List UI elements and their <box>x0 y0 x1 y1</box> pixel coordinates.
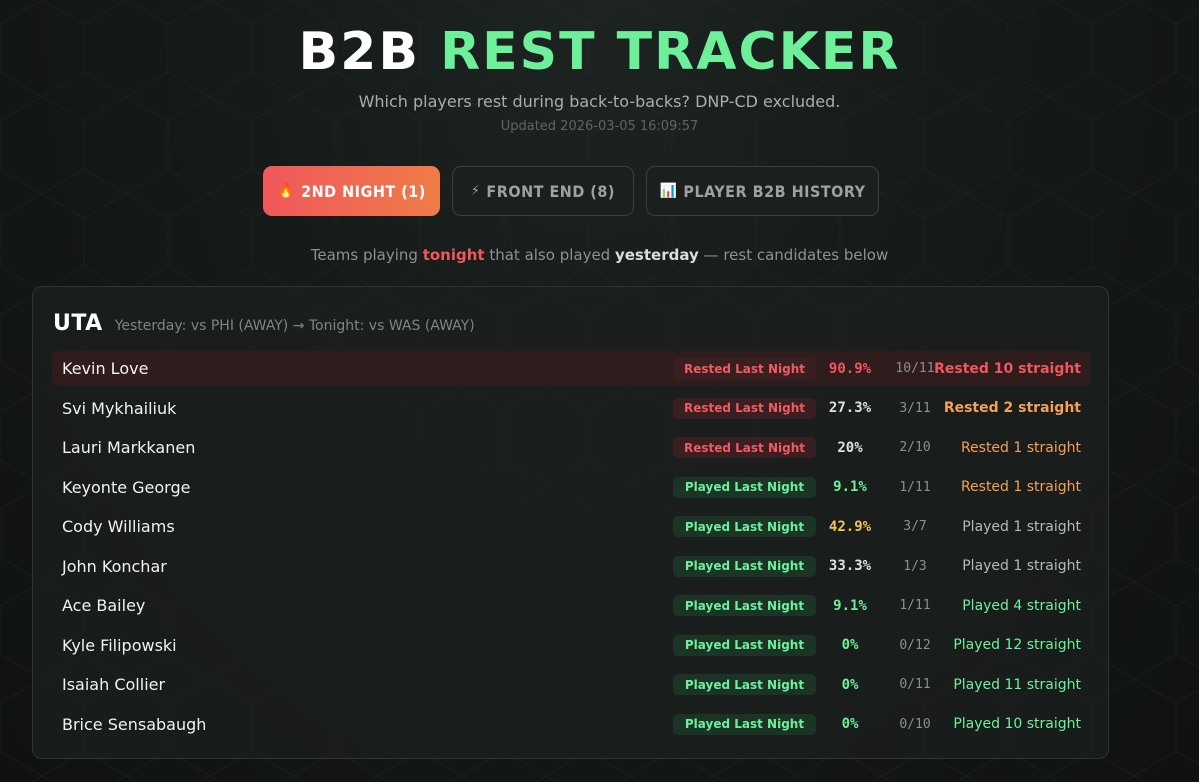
streak-label: Played 4 straight <box>962 597 1081 614</box>
player-row[interactable]: Svi Mykhailiuk Rested Last Night 27.3% 3… <box>52 391 1091 426</box>
player-name: Kyle Filipowski <box>62 635 177 655</box>
rest-fraction: 0/11 <box>899 677 931 692</box>
rest-fraction: 2/10 <box>899 440 931 455</box>
tab-label: PLAYER B2B HISTORY <box>683 181 866 201</box>
tab-label: 2ND NIGHT (1) <box>301 181 426 201</box>
rest-fraction: 3/11 <box>899 400 931 416</box>
tab-2nd-night[interactable]: 🔥 2ND NIGHT (1) <box>263 166 440 216</box>
desc-text: that also played <box>484 246 615 264</box>
status-badge: Played Last Night <box>673 595 816 616</box>
updated-timestamp: Updated 2026-03-05 16:09:57 <box>500 119 699 134</box>
rest-fraction: 0/10 <box>899 716 931 732</box>
rest-percentage: 90.9% <box>828 360 872 377</box>
desc-tonight: tonight <box>422 246 485 264</box>
team-panel: UTA Yesterday: vs PHI (AWAY) → Tonight: … <box>32 286 1109 759</box>
tab-bar: 🔥 2ND NIGHT (1) ⚡ FRONT END (8) 📊 PLAYER… <box>263 166 879 216</box>
page-subtitle: Which players rest during back-to-backs?… <box>358 92 841 111</box>
player-name: Svi Mykhailiuk <box>62 398 177 418</box>
streak-label: Rested 1 straight <box>960 479 1081 495</box>
bar-chart-icon: 📊 <box>659 183 678 199</box>
streak-label: Rested 10 straight <box>934 360 1081 377</box>
streak-label: Played 1 straight <box>962 518 1081 535</box>
tab-label: FRONT END (8) <box>486 181 615 201</box>
rest-percentage: 0% <box>841 637 859 653</box>
player-row[interactable]: Keyonte George Played Last Night 9.1% 1/… <box>52 470 1091 505</box>
desc-text: — rest candidates below <box>698 246 889 264</box>
rest-percentage: 9.1% <box>833 597 867 614</box>
rest-fraction: 0/12 <box>899 637 931 653</box>
status-badge: Rested Last Night <box>673 437 816 458</box>
page-title: B2B REST TRACKER <box>0 20 1199 84</box>
rest-fraction: 1/3 <box>903 558 927 574</box>
player-name: Brice Sensabaugh <box>62 714 207 734</box>
title-green-part: REST TRACKER <box>440 22 901 82</box>
streak-label: Played 12 straight <box>953 637 1081 653</box>
rest-fraction: 1/11 <box>899 598 931 613</box>
rest-percentage: 27.3% <box>828 400 872 416</box>
rest-percentage: 9.1% <box>833 479 867 495</box>
status-badge: Played Last Night <box>673 674 816 695</box>
streak-label: Rested 1 straight <box>960 439 1081 456</box>
streak-label: Rested 2 straight <box>943 400 1081 416</box>
tab-player-b2b-history[interactable]: 📊 PLAYER B2B HISTORY <box>646 166 879 216</box>
team-schedule: Yesterday: vs PHI (AWAY) → Tonight: vs W… <box>114 318 475 334</box>
team-abbreviation: UTA <box>53 311 103 336</box>
streak-label: Played 10 straight <box>953 716 1081 732</box>
player-name: Lauri Markkanen <box>62 438 196 457</box>
desc-yesterday: yesterday <box>614 246 699 264</box>
status-badge: Rested Last Night <box>673 358 816 379</box>
rest-percentage: 0% <box>841 676 859 693</box>
rest-percentage: 20% <box>837 439 863 456</box>
rest-fraction: 1/11 <box>899 479 931 495</box>
player-name: Kevin Love <box>62 359 149 378</box>
rest-fraction: 3/7 <box>903 519 927 534</box>
desc-text: Teams playing <box>310 246 423 264</box>
player-row[interactable]: Isaiah Collier Played Last Night 0% 0/11… <box>52 667 1091 702</box>
player-row[interactable]: Ace Bailey Played Last Night 9.1% 1/11 P… <box>52 588 1091 623</box>
player-name: Ace Bailey <box>62 596 146 615</box>
section-description: Teams playing tonight that also played y… <box>0 246 1199 264</box>
player-row[interactable]: Kevin Love Rested Last Night 90.9% 10/11… <box>52 351 1091 386</box>
player-name: Isaiah Collier <box>62 675 166 694</box>
fire-icon: 🔥 <box>277 183 296 199</box>
status-badge: Played Last Night <box>673 476 816 498</box>
status-badge: Played Last Night <box>673 713 816 735</box>
player-row[interactable]: John Konchar Played Last Night 33.3% 1/3… <box>52 549 1091 584</box>
player-list: Kevin Love Rested Last Night 90.9% 10/11… <box>52 351 1091 746</box>
rest-percentage: 0% <box>841 716 859 732</box>
player-row[interactable]: Lauri Markkanen Rested Last Night 20% 2/… <box>52 430 1091 465</box>
player-row[interactable]: Brice Sensabaugh Played Last Night 0% 0/… <box>52 707 1091 742</box>
status-badge: Played Last Night <box>673 555 816 577</box>
streak-label: Played 1 straight <box>962 558 1081 574</box>
rest-percentage: 33.3% <box>828 558 872 574</box>
streak-label: Played 11 straight <box>953 676 1081 693</box>
status-badge: Played Last Night <box>673 634 816 656</box>
title-white-part: B2B <box>298 22 420 82</box>
tab-front-end[interactable]: ⚡ FRONT END (8) <box>452 166 634 216</box>
status-badge: Played Last Night <box>673 516 816 537</box>
lightning-icon: ⚡ <box>471 183 481 199</box>
status-badge: Rested Last Night <box>673 397 816 419</box>
team-header: UTA Yesterday: vs PHI (AWAY) → Tonight: … <box>53 311 475 336</box>
player-row[interactable]: Cody Williams Played Last Night 42.9% 3/… <box>52 509 1091 544</box>
rest-percentage: 42.9% <box>828 518 872 535</box>
player-name: John Konchar <box>62 556 167 576</box>
player-name: Cody Williams <box>62 517 175 536</box>
player-row[interactable]: Kyle Filipowski Played Last Night 0% 0/1… <box>52 628 1091 663</box>
player-name: Keyonte George <box>62 477 191 497</box>
